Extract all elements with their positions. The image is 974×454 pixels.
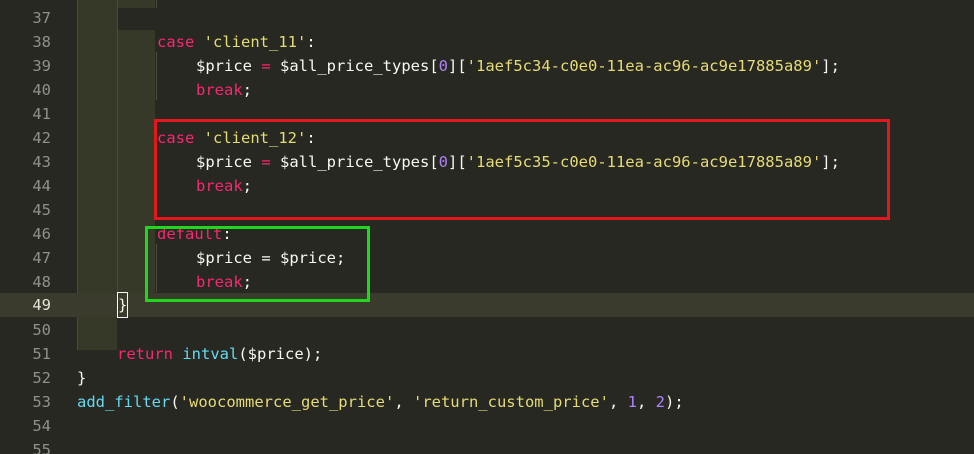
- line-number: 46: [32, 225, 51, 243]
- line-number: 51: [32, 345, 51, 363]
- code-text: }: [77, 369, 87, 387]
- line-number: 45: [32, 201, 51, 219]
- line-number: 53: [32, 393, 51, 411]
- line-number: 42: [32, 129, 51, 147]
- code-line[interactable]: 52 }: [0, 366, 974, 390]
- code-text: default:: [157, 225, 232, 243]
- line-number: 50: [32, 321, 51, 339]
- code-line[interactable]: 46 default:: [0, 222, 974, 246]
- code-line[interactable]: 37: [0, 6, 974, 30]
- code-text: $price = $all_price_types[0]['1aef5c35-c…: [196, 153, 840, 171]
- code-line[interactable]: 41: [0, 102, 974, 126]
- line-number: 55: [32, 441, 51, 454]
- code-text: $price = $price;: [196, 249, 346, 267]
- code-line[interactable]: 40 break;: [0, 78, 974, 102]
- line-number: 44: [32, 177, 51, 195]
- code-line[interactable]: 39 $price = $all_price_types[0]['1aef5c3…: [0, 54, 974, 78]
- line-number: 37: [32, 9, 51, 27]
- line-number: 52: [32, 369, 51, 387]
- code-text: case 'client_11':: [157, 33, 316, 51]
- code-line[interactable]: 53 add_filter('woocommerce_get_price', '…: [0, 390, 974, 414]
- line-number: 47: [32, 249, 51, 267]
- line-number: 38: [32, 33, 51, 51]
- code-text: case 'client_12':: [157, 129, 316, 147]
- code-line[interactable]: 47 $price = $price;: [0, 246, 974, 270]
- code-text: add_filter('woocommerce_get_price', 'ret…: [77, 393, 684, 411]
- code-text: $price = $all_price_types[0]['1aef5c34-c…: [196, 57, 840, 75]
- matched-bracket: }: [116, 292, 129, 318]
- line-number: 39: [32, 57, 51, 75]
- line-number: 40: [32, 81, 51, 99]
- code-line[interactable]: 51 return intval($price);: [0, 342, 974, 366]
- code-line-current[interactable]: 49 }: [0, 292, 974, 318]
- code-line[interactable]: 50: [0, 318, 974, 342]
- line-number: 54: [32, 417, 51, 435]
- line-number: 43: [32, 153, 51, 171]
- line-number: 41: [32, 105, 51, 123]
- code-text: break;: [196, 273, 253, 291]
- code-text: break;: [196, 81, 253, 99]
- code-text: break;: [196, 177, 253, 195]
- code-line[interactable]: 43 $price = $all_price_types[0]['1aef5c3…: [0, 150, 974, 174]
- code-editor[interactable]: 37 38 case 'client_11': 39 $price = $all…: [0, 0, 974, 454]
- line-number: 49: [32, 296, 51, 314]
- code-line[interactable]: 42 case 'client_12':: [0, 126, 974, 150]
- line-number: 48: [32, 273, 51, 291]
- code-line[interactable]: 44 break;: [0, 174, 974, 198]
- code-line[interactable]: 45: [0, 198, 974, 222]
- code-text: return intval($price);: [117, 345, 323, 363]
- code-line[interactable]: 48 break;: [0, 270, 974, 294]
- code-line[interactable]: 38 case 'client_11':: [0, 30, 974, 54]
- code-line[interactable]: 55: [0, 438, 974, 454]
- code-line[interactable]: 54: [0, 414, 974, 438]
